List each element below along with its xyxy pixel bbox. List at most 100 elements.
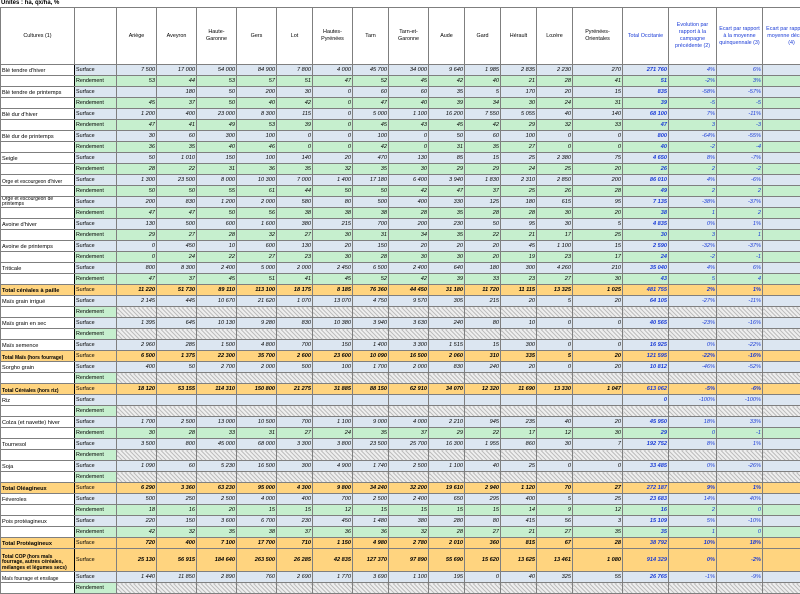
crop-name-cell: Triticale bbox=[1, 263, 75, 274]
department-value-cell: 25 700 bbox=[389, 439, 429, 450]
department-value-cell bbox=[537, 395, 573, 406]
department-value-cell: 27 bbox=[237, 252, 277, 263]
department-value-cell: 42 bbox=[117, 527, 157, 538]
department-value-cell: 945 bbox=[465, 417, 501, 428]
department-value-cell bbox=[465, 329, 501, 340]
metric-cell: Surface bbox=[75, 362, 117, 373]
department-value-cell: 27 bbox=[537, 274, 573, 285]
crop-name-cell bbox=[1, 505, 75, 516]
department-value-cell: 0 bbox=[573, 461, 623, 472]
variation-cell: 4 bbox=[717, 274, 763, 285]
variation-cell: 1% bbox=[717, 483, 763, 494]
department-value-cell: 13 325 bbox=[537, 285, 573, 296]
department-value-cell: 360 bbox=[465, 538, 501, 549]
department-value-cell: 40 bbox=[389, 98, 429, 109]
department-value-cell bbox=[537, 450, 573, 461]
department-value-cell: 27 bbox=[157, 230, 197, 241]
department-value-cell: 20 bbox=[313, 153, 353, 164]
department-value-cell: 6 400 bbox=[389, 175, 429, 186]
department-value-cell: 51 bbox=[237, 274, 277, 285]
department-value-cell: 700 bbox=[277, 417, 313, 428]
variation-cell: -100% bbox=[717, 395, 763, 406]
department-value-cell: 35 bbox=[277, 164, 313, 175]
department-value-cell: 800 bbox=[157, 439, 197, 450]
department-value-cell: 60 bbox=[465, 131, 501, 142]
department-value-cell: 6 500 bbox=[353, 263, 389, 274]
department-value-cell: 1 830 bbox=[465, 175, 501, 186]
department-value-cell: 21 bbox=[501, 230, 537, 241]
department-value-cell: 270 bbox=[573, 65, 623, 76]
department-value-cell bbox=[277, 406, 313, 417]
department-value-cell: 7 000 bbox=[277, 175, 313, 186]
department-value-cell: 150 800 bbox=[237, 384, 277, 395]
department-value-cell: 12 320 bbox=[465, 384, 501, 395]
department-value-cell: 400 bbox=[157, 109, 197, 120]
department-value-cell: 7 550 bbox=[465, 109, 501, 120]
variation-cell: 26% bbox=[763, 538, 800, 549]
total-occitanie-cell bbox=[623, 406, 669, 417]
table-row: Rendement4747505638383828352828302038121 bbox=[1, 208, 800, 219]
crop-name-cell bbox=[1, 472, 75, 483]
metric-cell: Surface bbox=[75, 65, 117, 76]
metric-cell: Surface bbox=[75, 461, 117, 472]
variation-cell: -4 bbox=[763, 120, 800, 131]
department-value-cell: 51 730 bbox=[157, 285, 197, 296]
variation-cell: 18% bbox=[669, 417, 717, 428]
department-value-cell: 32 bbox=[389, 527, 429, 538]
crop-name-cell bbox=[1, 252, 75, 263]
department-value-cell: 7 100 bbox=[197, 538, 237, 549]
department-value-cell bbox=[389, 307, 429, 318]
department-value-cell: 100 bbox=[237, 131, 277, 142]
crop-name-cell bbox=[1, 329, 75, 340]
department-value-cell bbox=[277, 307, 313, 318]
department-value-cell bbox=[117, 329, 157, 340]
metric-cell: Surface bbox=[75, 131, 117, 142]
variation-cell bbox=[763, 406, 800, 417]
department-value-cell: 150 bbox=[313, 340, 353, 351]
variation-cell: 0 bbox=[669, 428, 717, 439]
department-value-cell: 28 bbox=[389, 208, 429, 219]
department-value-cell: 31 180 bbox=[429, 285, 465, 296]
department-value-cell: 200 bbox=[573, 175, 623, 186]
total-occitanie-cell bbox=[623, 329, 669, 340]
department-value-cell bbox=[313, 307, 353, 318]
metric-cell: Surface bbox=[75, 318, 117, 329]
department-value-cell: 2 450 bbox=[313, 263, 353, 274]
department-value-cell: 1 770 bbox=[313, 572, 353, 583]
department-value-cell: 26 285 bbox=[277, 549, 313, 572]
department-value-cell: 60 bbox=[389, 87, 429, 98]
variation-cell bbox=[669, 472, 717, 483]
variation-cell: 0% bbox=[669, 461, 717, 472]
variation-cell: 18% bbox=[717, 538, 763, 549]
variation-cell: 6% bbox=[717, 65, 763, 76]
department-value-cell: 2 500 bbox=[389, 461, 429, 472]
crop-name-cell bbox=[1, 450, 75, 461]
column-header: Lot bbox=[277, 8, 313, 65]
variation-cell: 0% bbox=[763, 439, 800, 450]
metric-cell: Rendement bbox=[75, 120, 117, 131]
total-occitanie-cell: 29 bbox=[623, 428, 669, 439]
department-value-cell: 56 bbox=[537, 516, 573, 527]
department-value-cell: 15 bbox=[429, 505, 465, 516]
variation-cell: -21% bbox=[763, 296, 800, 307]
department-value-cell: 4 980 bbox=[353, 538, 389, 549]
department-value-cell: 4 000 bbox=[389, 417, 429, 428]
metric-cell: Surface bbox=[75, 351, 117, 362]
department-value-cell bbox=[501, 472, 537, 483]
department-value-cell: 35 bbox=[573, 527, 623, 538]
department-value-cell: 40 bbox=[465, 461, 501, 472]
department-value-cell: 35 bbox=[157, 142, 197, 153]
department-value-cell: 3 300 bbox=[389, 340, 429, 351]
department-value-cell bbox=[157, 373, 197, 384]
department-value-cell: 2 850 bbox=[537, 175, 573, 186]
department-value-cell: 150 bbox=[197, 153, 237, 164]
department-value-cell: 50 bbox=[197, 98, 237, 109]
department-value-cell: 37 bbox=[277, 527, 313, 538]
department-value-cell: 80 bbox=[465, 516, 501, 527]
department-value-cell: 20 bbox=[537, 87, 573, 98]
crop-name-cell: Total Céréales (hors riz) bbox=[1, 384, 75, 395]
crop-name-cell: Blé tendre d'hiver bbox=[1, 65, 75, 76]
department-value-cell: 0 bbox=[465, 572, 501, 583]
department-value-cell: 0 bbox=[313, 109, 353, 120]
total-occitanie-cell: 43 bbox=[623, 274, 669, 285]
